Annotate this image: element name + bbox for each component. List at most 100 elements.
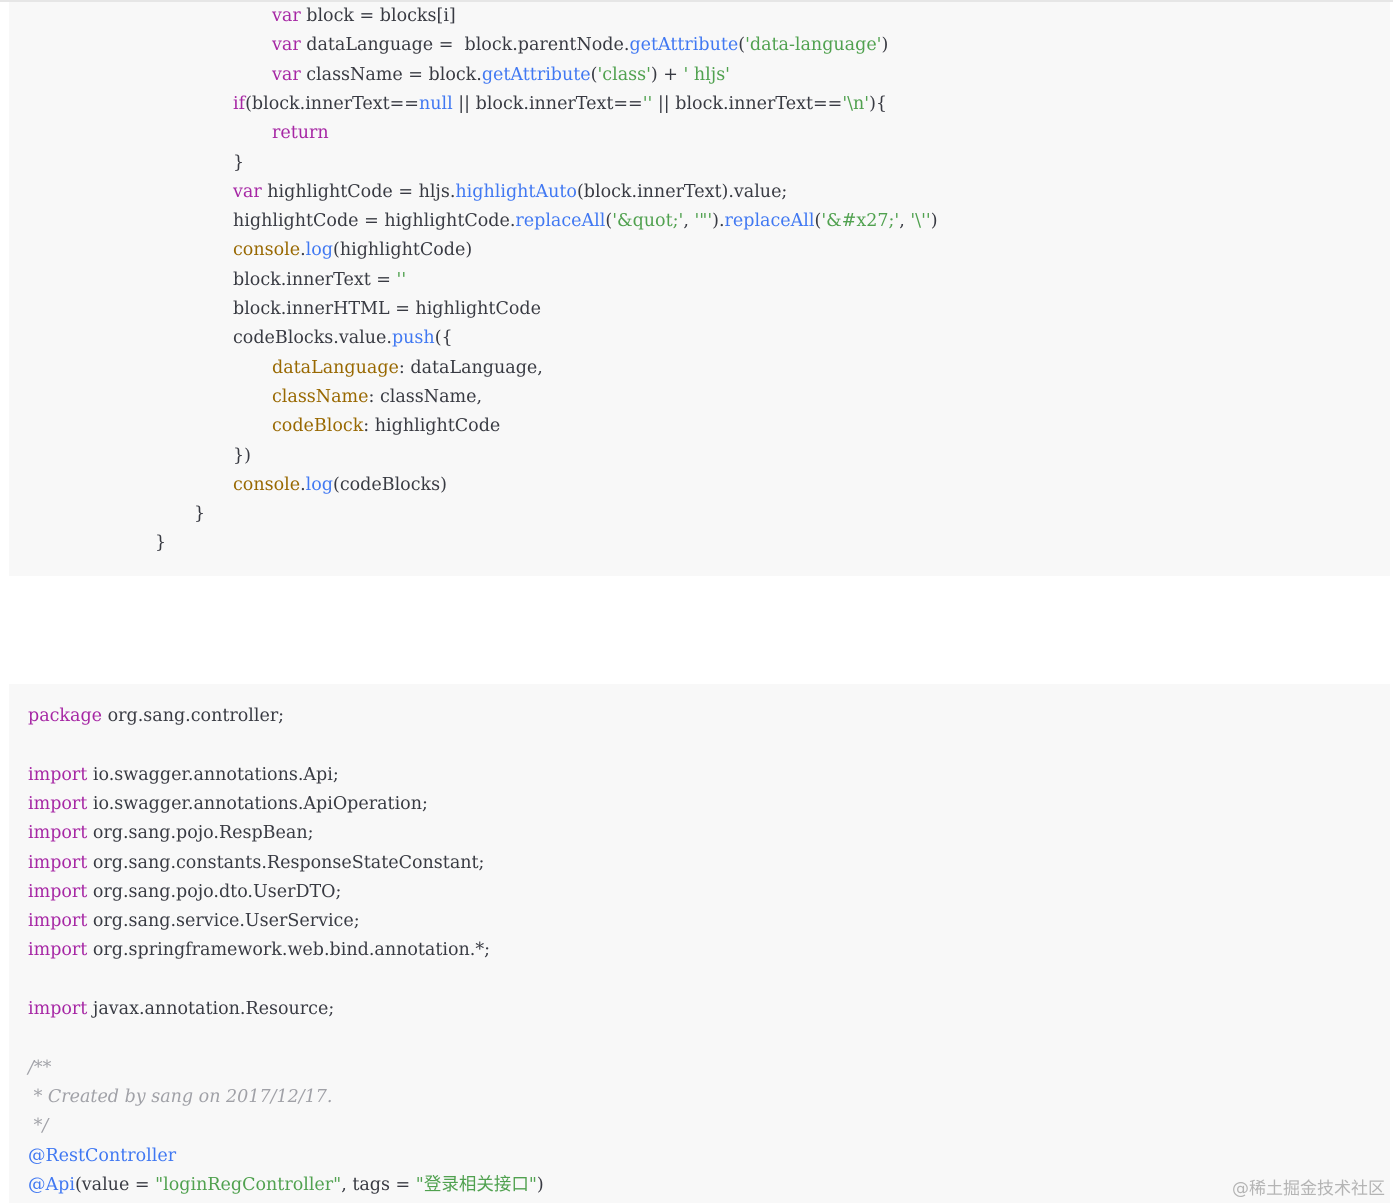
code-token: '\n' — [842, 93, 870, 114]
code-token: "loginRegController" — [155, 1174, 342, 1195]
code-line: dataLanguage: dataLanguage, — [272, 356, 543, 380]
code-token: ) — [536, 1174, 544, 1195]
code-token: console — [233, 474, 301, 495]
code-line: import javax.annotation.Resource; — [28, 997, 334, 1021]
code-token: ({ — [434, 328, 453, 349]
code-line: console.log(highlightCode) — [233, 238, 472, 262]
code-token: @Api — [28, 1174, 75, 1195]
code-token: highlightCode = hljs. — [261, 181, 456, 202]
code-token: org.sang.controller; — [102, 706, 285, 726]
code-token: (block.innerText== — [245, 93, 419, 114]
code-token: } — [194, 504, 206, 525]
code-token: codeBlock — [272, 416, 364, 437]
code-token: console — [233, 240, 301, 261]
code-line: block.innerText = '' — [233, 268, 406, 292]
code-token: (block.innerText).value; — [576, 181, 788, 202]
code-token: import — [28, 881, 88, 902]
code-token: '' — [642, 93, 653, 114]
code-token: push — [391, 328, 435, 349]
code-token: ){ — [869, 93, 888, 114]
code-token: || block.innerText== — [652, 93, 843, 114]
code-line: block.innerHTML = highlightCode — [233, 297, 541, 321]
code-token: (highlightCode) — [333, 240, 473, 261]
code-token: '"' — [694, 211, 713, 232]
code-token: || block.innerText== — [452, 93, 643, 114]
code-token: ) + — [650, 64, 684, 85]
code-line: }) — [233, 444, 251, 468]
code-line: return — [272, 121, 329, 145]
code-token: var — [272, 6, 301, 26]
code-token: : className, — [368, 386, 483, 407]
code-token: , — [899, 211, 911, 232]
code-line: import org.sang.constants.ResponseStateC… — [28, 851, 484, 875]
code-token: io.swagger.annotations.ApiOperation; — [87, 793, 428, 814]
code-token: dataLanguage — [272, 357, 399, 378]
code-token: : dataLanguage, — [398, 357, 543, 378]
code-token: org.sang.pojo.RespBean; — [87, 823, 314, 844]
code-token: import — [28, 999, 88, 1019]
code-token: import — [28, 793, 88, 814]
code-token: block.innerText = — [233, 269, 397, 290]
code-line: var block = blocks[i] — [272, 4, 456, 28]
code-token: return — [272, 123, 329, 144]
code-token: highlightAuto — [455, 181, 577, 202]
code-token: import — [28, 911, 88, 932]
code-token: getAttribute — [481, 64, 591, 85]
code-token: className — [272, 386, 369, 407]
code-token: import — [28, 823, 88, 844]
code-token: var — [272, 35, 301, 56]
code-token: 'class' — [597, 64, 651, 85]
code-line: } — [233, 151, 244, 175]
code-token: io.swagger.annotations.Api; — [87, 764, 339, 785]
code-line: import org.sang.pojo.RespBean; — [28, 821, 314, 845]
code-token: '\'' — [910, 211, 931, 232]
code-token: javax.annotation.Resource; — [87, 999, 335, 1019]
code-token: }) — [233, 445, 251, 466]
code-token: } — [233, 152, 245, 173]
code-token: getAttribute — [629, 35, 739, 56]
code-token: ). — [712, 211, 725, 232]
code-line: console.log(codeBlocks) — [233, 473, 447, 497]
code-line: import org.sang.pojo.dto.UserDTO; — [28, 880, 341, 904]
code-token: (value = — [74, 1174, 156, 1195]
code-token: '&#x27;' — [821, 211, 900, 232]
code-token: var — [233, 181, 262, 202]
code-token: replaceAll — [515, 211, 606, 232]
code-line: var className = block.getAttribute('clas… — [272, 63, 730, 87]
code-line: import io.swagger.annotations.Api; — [28, 763, 339, 787]
code-line: @RestController — [28, 1144, 176, 1168]
code-line: */ — [28, 1114, 49, 1138]
code-token: , tags = — [341, 1174, 416, 1195]
code-token: highlightCode = highlightCode. — [233, 211, 516, 232]
code-line: } — [155, 531, 166, 555]
code-line: codeBlock: highlightCode — [272, 414, 500, 438]
code-token: ' hljs' — [683, 64, 730, 85]
code-line: codeBlocks.value.push({ — [233, 326, 453, 350]
code-token: import — [28, 852, 88, 873]
code-token: null — [418, 93, 453, 114]
code-token: className = block. — [300, 64, 482, 85]
code-token: org.springframework.web.bind.annotation.… — [87, 940, 491, 961]
code-token: ) — [881, 35, 889, 56]
code-token: import — [28, 764, 88, 785]
code-line: /** — [28, 1056, 51, 1080]
code-token: block = blocks[i] — [300, 6, 456, 26]
code-token: : highlightCode — [363, 416, 501, 437]
code-token: var — [272, 64, 301, 85]
code-token: '' — [396, 269, 407, 290]
code-line: if(block.innerText==null || block.innerT… — [233, 92, 887, 116]
code-line: package org.sang.controller; — [28, 704, 284, 728]
code-token: '&quot;' — [612, 211, 684, 232]
code-token: log — [305, 474, 333, 495]
code-token: dataLanguage = block.parentNode. — [300, 35, 630, 56]
code-line: import org.springframework.web.bind.anno… — [28, 938, 490, 962]
code-token: block.innerHTML = highlightCode — [233, 299, 541, 319]
code-token: ) — [930, 211, 938, 232]
code-token: @RestController — [28, 1145, 177, 1166]
code-line: className: className, — [272, 385, 482, 409]
code-line: import io.swagger.annotations.ApiOperati… — [28, 792, 428, 816]
code-token: package — [28, 706, 103, 726]
code-token: org.sang.constants.ResponseStateConstant… — [87, 852, 485, 873]
code-block-javascript: var block = blocks[i] var dataLanguage = … — [9, 2, 1390, 576]
code-line: @Api(value = "loginRegController", tags … — [28, 1173, 544, 1197]
